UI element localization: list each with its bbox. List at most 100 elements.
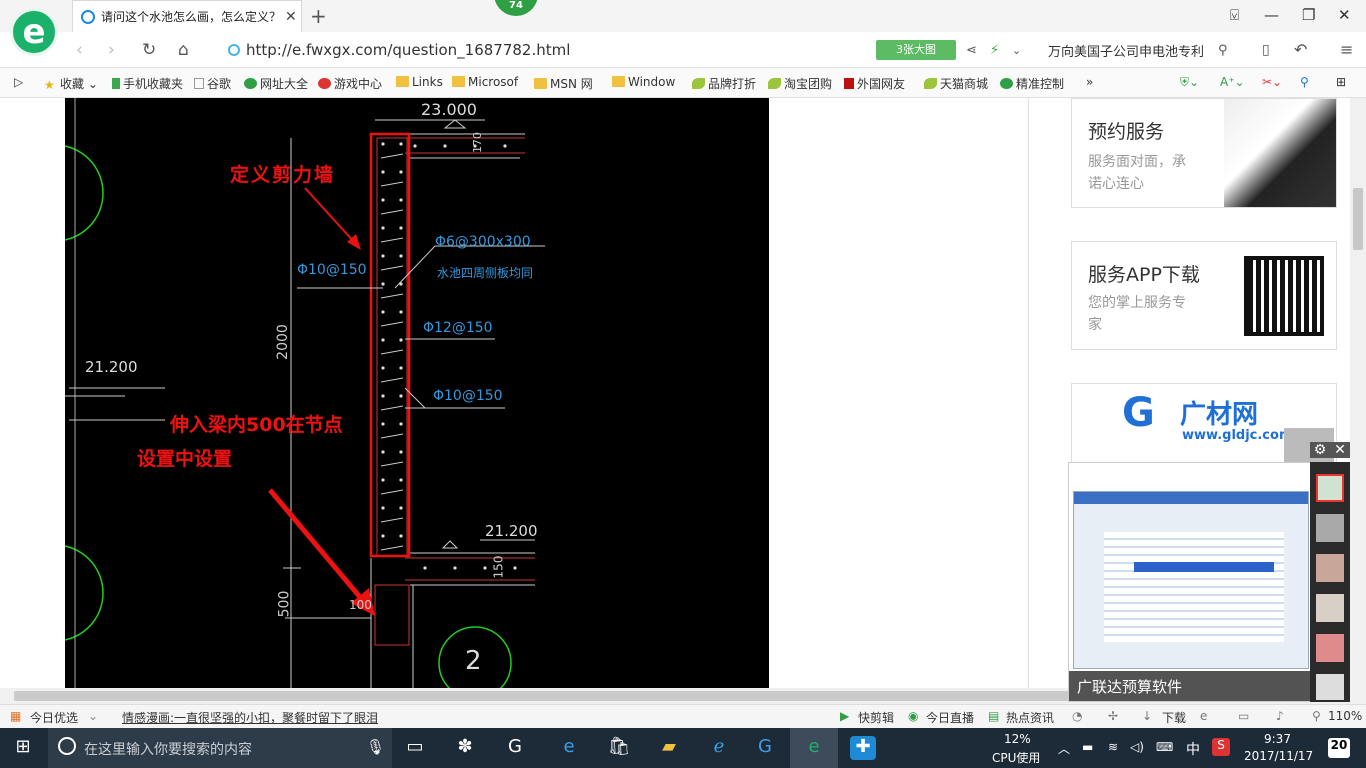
service-card[interactable]: 预约服务 服务面对面，承 诺心连心	[1071, 98, 1337, 208]
status-bar: ▦ 今日优选 ⌄ 情感漫画:一直很坚强的小扣，聚餐时留下了眼泪 ▶ 快剪辑 ◉ …	[0, 704, 1366, 728]
settings-icon[interactable]: ⚙	[1310, 442, 1330, 458]
bookmark-item[interactable]: 谷歌	[194, 75, 231, 92]
scroll-thumb[interactable]	[1353, 188, 1363, 250]
bookmark-item[interactable]: 精准控制	[1000, 75, 1064, 92]
quick-cut-button[interactable]: 快剪辑	[858, 709, 894, 726]
mobile-icon[interactable]: ▯	[1262, 42, 1270, 58]
axis-number: 2	[465, 646, 482, 676]
more-bookmarks-icon[interactable]: »	[1086, 75, 1093, 89]
bookmark-item[interactable]: 游戏中心	[318, 75, 382, 92]
battery-icon[interactable]: ▬	[1082, 740, 1093, 754]
news-ticker[interactable]: 情感漫画:一直很坚强的小扣，聚餐时留下了眼泪	[122, 709, 378, 726]
wifi-icon[interactable]: ≋	[1108, 740, 1118, 754]
sound-icon[interactable]: ♪	[1276, 709, 1284, 723]
zoom-level[interactable]: 110%	[1328, 709, 1362, 723]
thumbnail[interactable]	[1316, 634, 1344, 662]
menu-icon[interactable]: ≡	[1340, 40, 1353, 59]
maximize-button[interactable]: ❐	[1302, 6, 1315, 24]
bookmark-folder[interactable]: MSN 网	[534, 75, 593, 92]
thumbnail[interactable]	[1316, 554, 1344, 582]
undo-icon[interactable]: ↶	[1294, 40, 1307, 59]
taskbar-search[interactable]: 在这里输入你要搜索的内容 🎙	[48, 728, 392, 768]
bookmark-item[interactable]: 品牌打折	[692, 75, 756, 92]
volume-icon[interactable]: ◁)	[1130, 740, 1144, 754]
bookmark-item[interactable]: 天猫商城	[924, 75, 988, 92]
download-button[interactable]: 下载	[1162, 709, 1186, 726]
bookmark-item[interactable]: 网址大全	[244, 75, 308, 92]
store-icon[interactable]: 🛍	[606, 736, 632, 760]
keyboard-icon[interactable]: ⌨	[1156, 740, 1173, 754]
card-desc: 家	[1088, 317, 1102, 333]
rebar-label-1: Φ6@300x300	[435, 234, 531, 250]
browser-360-icon[interactable]: e	[790, 728, 838, 768]
tray-expand-icon[interactable]: ︿	[1058, 740, 1070, 757]
minimize-button[interactable]: —	[1264, 6, 1279, 24]
notification-badge[interactable]: 20	[1328, 738, 1350, 758]
window-icon[interactable]: ▭	[1238, 709, 1249, 723]
ie-mode-icon[interactable]: e	[1200, 709, 1207, 723]
tab-active[interactable]: 请问这个水池怎么画，怎么定义？ ✕	[72, 0, 302, 32]
popup-ad[interactable]: 广联达预算软件	[1068, 462, 1314, 702]
thumbnail[interactable]	[1316, 514, 1344, 542]
shirt-icon[interactable]: ⍌	[1230, 6, 1239, 24]
chevron-icon[interactable]: ⌄	[88, 709, 98, 723]
bolt-icon[interactable]: ⚡	[990, 43, 999, 58]
bookmark-item[interactable]: 手机收藏夹	[112, 75, 183, 92]
back-icon[interactable]: ‹	[76, 40, 83, 60]
mic-icon[interactable]: 🎙	[366, 738, 385, 756]
apps-icon[interactable]: ⊞	[1336, 75, 1346, 89]
speed-icon[interactable]: ◔	[1072, 709, 1082, 723]
shield-icon[interactable]: ⛨⌄	[1180, 75, 1199, 90]
hot-news-button[interactable]: 热点资讯	[1006, 709, 1054, 726]
bookmark-item[interactable]: ★ 收藏 ⌄	[44, 75, 98, 92]
bookmark-item[interactable]: 淘宝团购	[768, 75, 832, 92]
score-badge[interactable]: 74	[494, 0, 538, 16]
vertical-scrollbar[interactable]	[1350, 98, 1366, 688]
ad-banner[interactable]: G 广材网 www.gldjc.com	[1071, 383, 1337, 463]
clock-date[interactable]: 2017/11/17	[1244, 749, 1313, 763]
task-view-icon[interactable]: ▭	[402, 736, 428, 760]
glodon-icon[interactable]: G	[752, 736, 778, 760]
live-button[interactable]: 今日直播	[926, 709, 974, 726]
refresh-icon[interactable]: ↻	[142, 40, 156, 60]
chevron-down-icon[interactable]: ⌄	[1012, 44, 1021, 57]
close-window-button[interactable]: ✕	[1338, 6, 1351, 24]
forward-icon[interactable]: ›	[108, 40, 115, 60]
bookmark-folder[interactable]: Window	[612, 75, 675, 89]
today-pick[interactable]: 今日优选	[30, 709, 78, 726]
search-icon[interactable]: ⚲	[1218, 43, 1228, 58]
thumbnail[interactable]	[1316, 674, 1344, 700]
home-icon[interactable]: ⌂	[178, 40, 189, 60]
thumbnail[interactable]	[1316, 474, 1344, 502]
scissors-icon[interactable]: ✂⌄	[1262, 75, 1282, 89]
rebar-dot	[381, 254, 385, 258]
search-tool-icon[interactable]: ⚲	[1300, 75, 1309, 89]
g-app-icon[interactable]: G	[502, 736, 528, 760]
close-icon[interactable]: ✕	[1330, 442, 1350, 458]
bookmark-item[interactable]: 外国网友	[844, 75, 905, 92]
share-icon[interactable]: ⋖	[966, 43, 977, 58]
edge-icon[interactable]: e	[556, 736, 582, 760]
new-tab-button[interactable]: +	[310, 4, 327, 28]
fan-app-icon[interactable]: ✽	[452, 736, 478, 760]
ie-icon[interactable]: ℯ	[706, 736, 732, 760]
bookmark-folder[interactable]: Microsof	[452, 75, 518, 89]
dim-500: 500	[276, 590, 293, 618]
translate-icon[interactable]: A⁺⌄	[1220, 75, 1245, 89]
plus-app-icon[interactable]: ✚	[850, 736, 876, 760]
pin-icon[interactable]: ✢	[1108, 709, 1118, 723]
thumbnail[interactable]	[1316, 594, 1344, 622]
bookmark-folder[interactable]: Links	[396, 75, 443, 89]
url-field[interactable]: http://e.fwxgx.com/question_1687782.html	[228, 41, 570, 59]
sidebar-toggle-icon[interactable]: ▷	[14, 75, 23, 89]
windows-start-icon[interactable]: ⊞	[10, 736, 36, 760]
app-download-card[interactable]: 服务APP下载 您的掌上服务专 家	[1071, 241, 1337, 350]
browser-logo-icon[interactable]: e	[10, 8, 58, 56]
ime-indicator[interactable]: 中	[1186, 739, 1200, 759]
sogou-icon[interactable]: S	[1212, 738, 1230, 756]
file-explorer-icon[interactable]: ▰	[656, 736, 682, 760]
video-icon: ▶	[840, 709, 850, 723]
tab-close-icon[interactable]: ✕	[285, 9, 297, 25]
big-image-button[interactable]: 3张大图	[876, 40, 956, 60]
clock-time[interactable]: 9:37	[1264, 732, 1291, 746]
